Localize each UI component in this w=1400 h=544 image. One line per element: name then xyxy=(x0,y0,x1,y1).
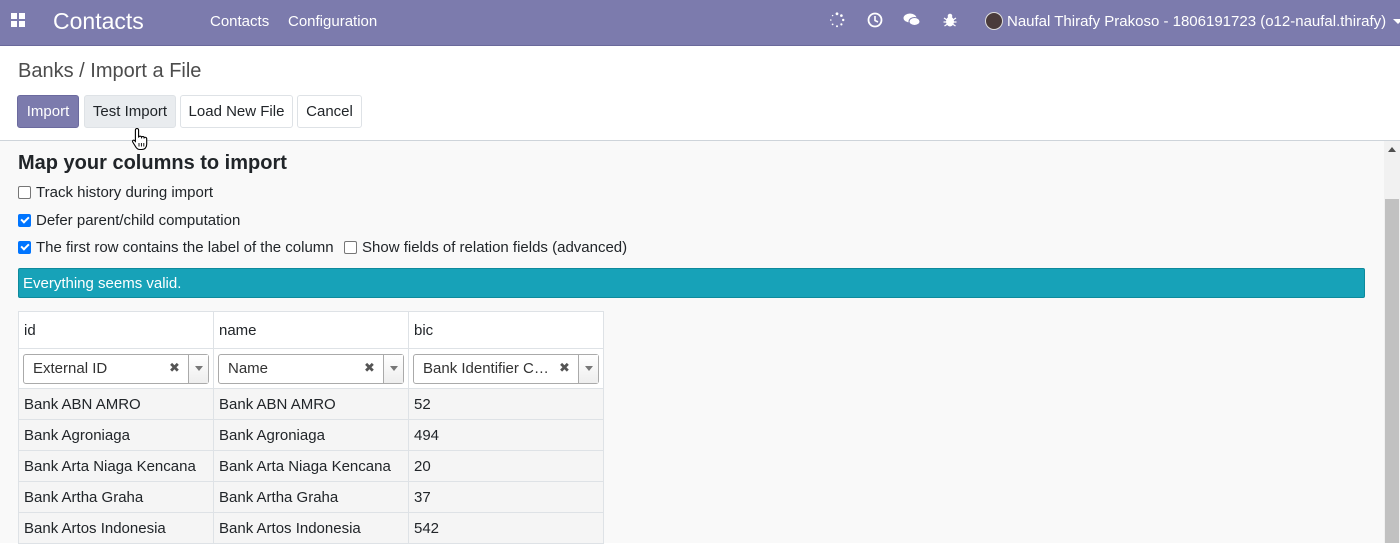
show-relation-fields-label: Show fields of relation fields (advanced… xyxy=(362,239,628,256)
column-header: name xyxy=(213,311,409,349)
field-select-id[interactable]: External ID ✖ xyxy=(23,353,209,384)
chevron-down-icon xyxy=(1393,18,1400,24)
app-title: Contacts xyxy=(53,8,144,34)
defer-parent-label: Defer parent/child computation xyxy=(36,212,241,229)
dropdown-arrow-icon[interactable] xyxy=(188,354,208,383)
import-button[interactable]: Import xyxy=(17,95,79,128)
field-select-bic[interactable]: Bank Identifier Co... ✖ xyxy=(413,353,599,384)
breadcrumb-banks[interactable]: Banks xyxy=(18,60,74,82)
table-cell: 37 xyxy=(408,481,604,513)
table-cell: Bank ABN AMRO xyxy=(213,388,409,420)
clear-icon[interactable]: ✖ xyxy=(169,360,180,376)
debug-bug-icon[interactable] xyxy=(941,11,959,29)
breadcrumb-separator: / xyxy=(79,60,85,82)
option-show-relation-fields: Show fields of relation fields (advanced… xyxy=(344,239,627,256)
user-menu[interactable]: Naufal Thirafy Prakoso - 1806191723 (o12… xyxy=(985,11,1400,31)
chat-icon[interactable] xyxy=(903,11,921,29)
dropdown-arrow-icon[interactable] xyxy=(578,354,598,383)
table-cell: Bank Artha Graha xyxy=(213,481,409,513)
cancel-button[interactable]: Cancel xyxy=(297,95,362,128)
table-cell: Bank Agroniaga xyxy=(18,419,214,451)
table-cell: Bank Arta Niaga Kencana xyxy=(18,450,214,482)
field-select-value: Bank Identifier Co... xyxy=(423,360,552,377)
table-cell: 494 xyxy=(408,419,604,451)
section-title: Map your columns to import xyxy=(18,152,287,174)
table-cell: Bank Artos Indonesia xyxy=(213,512,409,544)
defer-parent-checkbox[interactable] xyxy=(18,214,31,227)
first-row-header-checkbox[interactable] xyxy=(18,241,31,254)
table-cell: 20 xyxy=(408,450,604,482)
option-defer-parent: Defer parent/child computation xyxy=(18,212,240,229)
option-first-row-header: The first row contains the label of the … xyxy=(18,239,334,256)
table-cell: 542 xyxy=(408,512,604,544)
dropdown-arrow-icon[interactable] xyxy=(383,354,403,383)
table-row: Bank Artos Indonesia Bank Artos Indonesi… xyxy=(18,512,604,544)
table-cell: Bank Artha Graha xyxy=(18,481,214,513)
table-cell: Bank Arta Niaga Kencana xyxy=(213,450,409,482)
validation-alert: Everything seems valid. xyxy=(18,268,1365,298)
user-name: Naufal Thirafy Prakoso - 1806191723 (o12… xyxy=(1007,12,1387,30)
column-header: id xyxy=(18,311,214,349)
clear-icon[interactable]: ✖ xyxy=(364,360,375,376)
table-cell: Bank Artos Indonesia xyxy=(18,512,214,544)
breadcrumb-current: Import a File xyxy=(90,60,202,82)
breadcrumb: Banks / Import a File xyxy=(18,60,201,83)
show-relation-fields-checkbox[interactable] xyxy=(344,241,357,254)
apps-menu-icon[interactable] xyxy=(11,13,25,27)
vertical-scrollbar[interactable] xyxy=(1384,141,1400,543)
table-cell: 52 xyxy=(408,388,604,420)
menu-configuration[interactable]: Configuration xyxy=(288,13,377,30)
option-track-history: Track history during import xyxy=(18,184,213,201)
field-mapping-row: External ID ✖ Name ✖ Bank Identifier Co.… xyxy=(18,348,604,389)
import-preview-table: id name bic External ID ✖ Name ✖ Bank Id… xyxy=(18,311,604,544)
field-select-name[interactable]: Name ✖ xyxy=(218,353,404,384)
test-import-button[interactable]: Test Import xyxy=(84,95,176,128)
field-select-value: External ID xyxy=(33,360,108,377)
column-header: bic xyxy=(408,311,604,349)
field-select-value: Name xyxy=(228,360,269,377)
table-cell: Bank Agroniaga xyxy=(213,419,409,451)
table-row: Bank Arta Niaga Kencana Bank Arta Niaga … xyxy=(18,450,604,482)
activity-spinner-icon[interactable] xyxy=(828,11,846,29)
menu-contacts[interactable]: Contacts xyxy=(210,13,269,30)
table-row: Bank ABN AMRO Bank ABN AMRO 52 xyxy=(18,388,604,420)
clock-icon[interactable] xyxy=(866,11,884,29)
table-row: Bank Artha Graha Bank Artha Graha 37 xyxy=(18,481,604,513)
scroll-thumb[interactable] xyxy=(1385,199,1399,543)
table-header-row: id name bic xyxy=(18,311,604,349)
clear-icon[interactable]: ✖ xyxy=(559,360,570,376)
scroll-up-arrow-icon[interactable] xyxy=(1388,147,1396,152)
table-row: Bank Agroniaga Bank Agroniaga 494 xyxy=(18,419,604,451)
avatar xyxy=(985,12,1003,30)
track-history-checkbox[interactable] xyxy=(18,186,31,199)
top-navbar: Contacts Contacts Configuration Naufal T… xyxy=(0,0,1400,46)
first-row-header-label: The first row contains the label of the … xyxy=(36,239,334,256)
load-new-file-button[interactable]: Load New File xyxy=(180,95,293,128)
track-history-label: Track history during import xyxy=(36,184,213,201)
table-cell: Bank ABN AMRO xyxy=(18,388,214,420)
